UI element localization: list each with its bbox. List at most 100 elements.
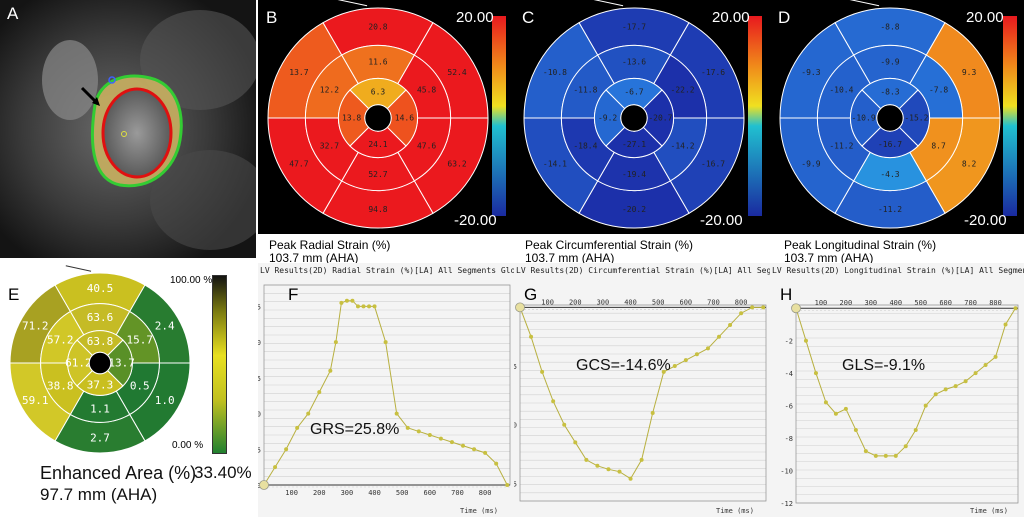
segment-value: -16.7 bbox=[878, 140, 902, 149]
segment-value: -10.4 bbox=[829, 86, 853, 95]
panel-letter-a: A bbox=[7, 4, 19, 23]
data-point bbox=[739, 311, 744, 316]
segment-value: 2.4 bbox=[155, 319, 175, 332]
segment-value: -11.2 bbox=[829, 142, 853, 151]
scale-min-e: 0.00 % bbox=[172, 440, 204, 451]
data-point bbox=[873, 453, 878, 458]
segment-value: -8.8 bbox=[880, 22, 899, 31]
segment-value: -11.8 bbox=[573, 86, 597, 95]
bullseye-center bbox=[620, 104, 648, 132]
data-point bbox=[372, 304, 377, 309]
chart-h: -12 -10 -8 -6 -4 -2 100 200 300 400 500 600 700 800 Ti… bbox=[780, 299, 1019, 515]
data-point bbox=[540, 369, 545, 374]
colorbar-e bbox=[212, 275, 227, 454]
segment-value: 8.2 bbox=[962, 159, 977, 168]
data-point bbox=[761, 305, 766, 310]
data-point bbox=[853, 427, 858, 432]
bullseye-center bbox=[364, 104, 392, 132]
data-point bbox=[562, 422, 567, 427]
data-point bbox=[963, 379, 968, 384]
data-point bbox=[923, 403, 928, 408]
y-tick-label: -6 bbox=[785, 403, 793, 411]
segment-value: -19.4 bbox=[622, 170, 646, 179]
data-point bbox=[973, 371, 978, 376]
metric-gcs: GCS=-14.6% bbox=[576, 357, 671, 374]
data-point bbox=[494, 461, 499, 466]
segment-value: 13.8 bbox=[342, 114, 361, 123]
x-tick-label: 300 bbox=[597, 298, 610, 306]
y-tick-label: -10 bbox=[780, 468, 793, 476]
segment-value: -20.7 bbox=[648, 114, 672, 123]
data-point bbox=[628, 476, 633, 481]
y-tick-label: -15 bbox=[514, 480, 517, 488]
panel-e: E 40.5 2.4 1.0 2.7 59.1 71.2 63.6 15.7 0.5 1.1 38.… bbox=[0, 263, 258, 517]
scale-max-d: 20.00 bbox=[966, 9, 1004, 26]
segment-value: 38.8 bbox=[47, 380, 74, 393]
segment-value: -4.3 bbox=[880, 170, 899, 179]
x-tick-label: 600 bbox=[680, 298, 693, 306]
x-tick-label: 700 bbox=[964, 299, 977, 307]
data-point bbox=[903, 444, 908, 449]
segment-value: -14.1 bbox=[543, 159, 567, 168]
data-point bbox=[843, 406, 848, 411]
scale-min-b: -20.00 bbox=[454, 212, 497, 229]
y-tick-label: -2 bbox=[785, 338, 793, 346]
segment-value: -10.9 bbox=[852, 114, 876, 123]
caption-b: Peak Radial Strain (%) 103.7 mm (AHA) bbox=[269, 238, 391, 264]
x-tick-label: 800 bbox=[989, 299, 1002, 307]
data-point bbox=[1013, 306, 1018, 311]
y-tick-label: 5 bbox=[258, 446, 261, 454]
segment-value: -17.7 bbox=[622, 22, 646, 31]
x-tick-label: 700 bbox=[451, 489, 464, 497]
segment-value: 2.7 bbox=[90, 431, 110, 444]
segment-value: 12.2 bbox=[320, 86, 339, 95]
data-point bbox=[306, 411, 311, 416]
x-tick-label: 800 bbox=[479, 489, 492, 497]
segment-value: -13.6 bbox=[622, 58, 646, 67]
segment-value: 9.3 bbox=[962, 68, 977, 77]
x-tick-label: 500 bbox=[396, 489, 409, 497]
segment-value: 52.4 bbox=[447, 68, 466, 77]
data-point bbox=[863, 449, 868, 454]
panel-letter-h: H bbox=[780, 285, 793, 304]
y-tick-label: 10 bbox=[258, 411, 261, 419]
segment-value: 0.5 bbox=[130, 380, 150, 393]
segment-value: 11.6 bbox=[368, 58, 387, 67]
data-point bbox=[344, 298, 349, 303]
caption-c: Peak Circumferential Strain (%) 103.7 mm … bbox=[525, 238, 694, 264]
data-point bbox=[953, 384, 958, 389]
data-point bbox=[317, 390, 322, 395]
data-point bbox=[295, 425, 300, 430]
segment-value: 71.2 bbox=[22, 319, 49, 332]
data-point bbox=[813, 371, 818, 376]
data-point bbox=[355, 304, 360, 309]
segment-value: -22.2 bbox=[671, 86, 695, 95]
data-point bbox=[913, 427, 918, 432]
colorbar-b bbox=[492, 16, 506, 216]
segment-value: 32.7 bbox=[320, 142, 339, 151]
data-point bbox=[383, 340, 388, 345]
panel-a-mri: A bbox=[0, 0, 256, 258]
data-point bbox=[943, 387, 948, 392]
segment-value: -27.1 bbox=[622, 140, 646, 149]
data-point bbox=[461, 443, 466, 448]
y-tick-label: -4 bbox=[785, 370, 793, 378]
data-point bbox=[367, 304, 372, 309]
segment-value: -9.2 bbox=[598, 114, 617, 123]
x-tick-label: 200 bbox=[313, 489, 326, 497]
x-axis-label: Time (ms) bbox=[460, 507, 498, 515]
x-tick-label: 300 bbox=[341, 489, 354, 497]
x-tick-label: 100 bbox=[815, 299, 828, 307]
segment-value: 14.6 bbox=[395, 114, 414, 123]
data-point bbox=[694, 352, 699, 357]
segment-value: 24.1 bbox=[368, 140, 387, 149]
segment-value: -15.2 bbox=[904, 114, 928, 123]
y-tick-label: -5 bbox=[514, 363, 517, 371]
data-point bbox=[750, 305, 755, 310]
data-point bbox=[595, 463, 600, 468]
x-tick-label: 100 bbox=[285, 489, 298, 497]
segment-value: 13.7 bbox=[108, 357, 135, 370]
x-tick-label: 400 bbox=[368, 489, 381, 497]
data-point bbox=[617, 469, 622, 474]
series-line bbox=[795, 307, 1016, 457]
